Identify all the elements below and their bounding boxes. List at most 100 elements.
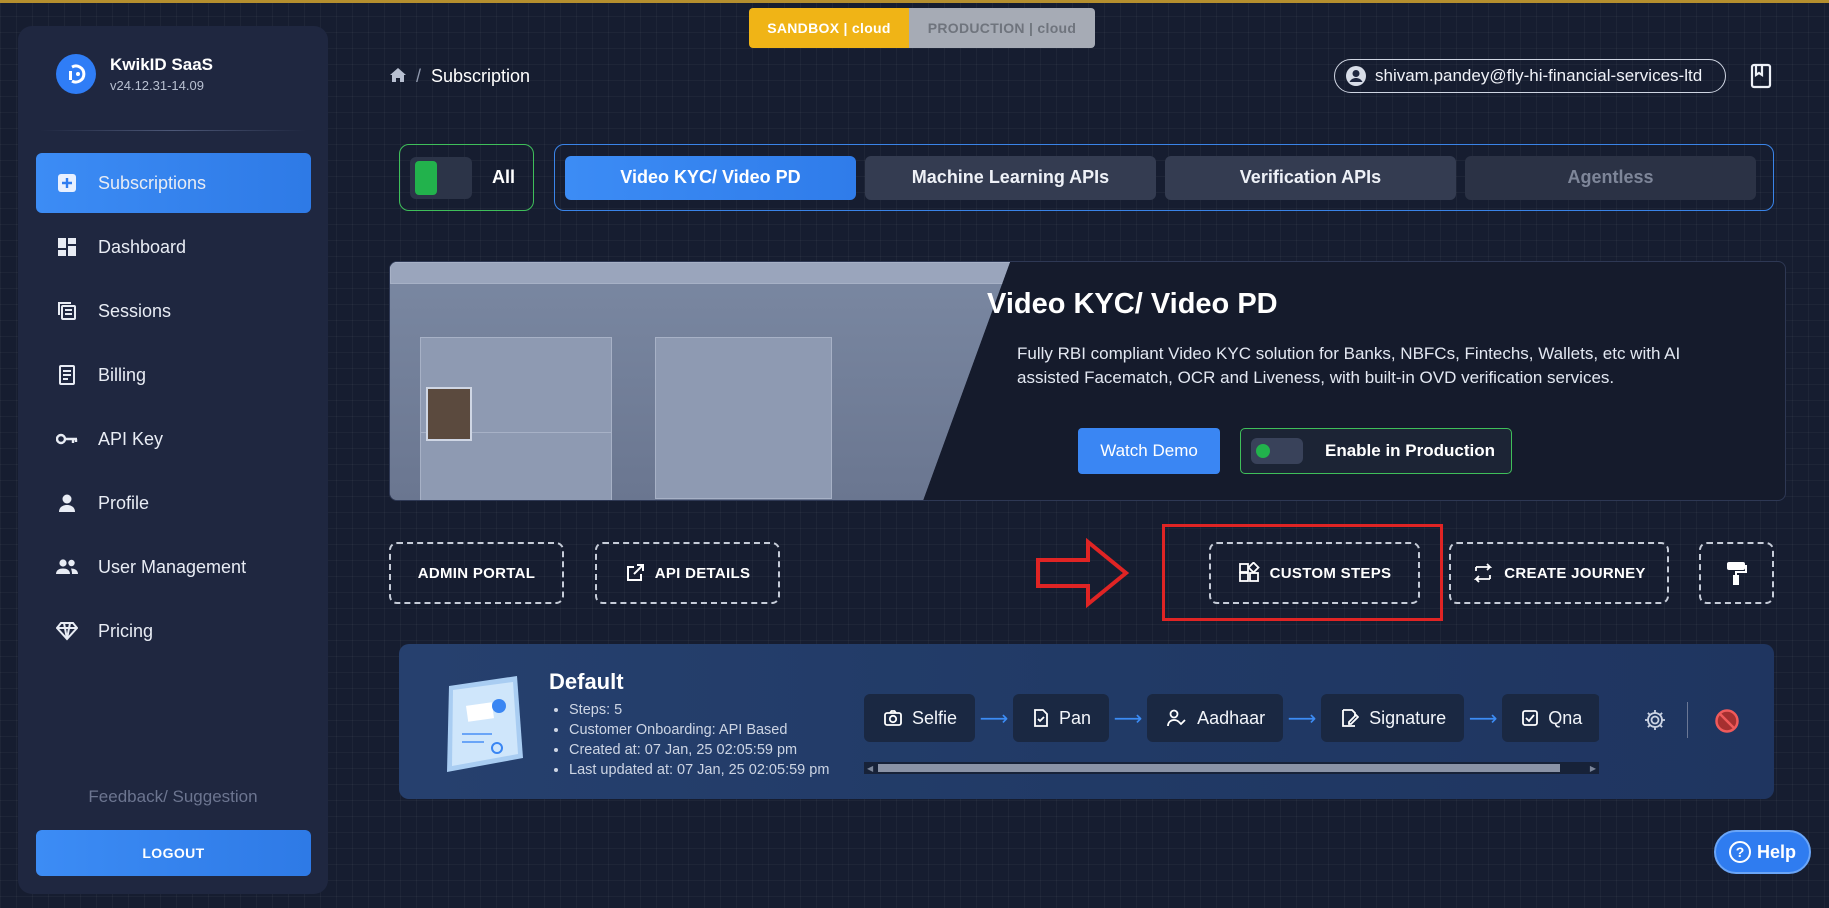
help-button[interactable]: ? Help: [1714, 830, 1811, 874]
diamond-icon: [56, 620, 78, 642]
env-production-button[interactable]: PRODUCTION | cloud: [909, 8, 1095, 48]
step-arrow-icon: ⟶: [1468, 707, 1498, 730]
all-toggle-switch[interactable]: [410, 156, 472, 199]
plus-square-icon: [56, 172, 78, 194]
feedback-link[interactable]: Feedback/ Suggestion: [18, 787, 328, 807]
custom-steps-button[interactable]: CUSTOM STEPS: [1209, 542, 1420, 604]
journey-meta-item: Created at: 07 Jan, 25 02:05:59 pm: [569, 740, 829, 760]
divider: [1687, 702, 1688, 738]
brand-divider: [40, 130, 306, 131]
enable-production-toggle[interactable]: Enable in Production: [1240, 428, 1512, 474]
sidebar-item-billing[interactable]: Billing: [36, 345, 311, 405]
sidebar-item-subscriptions[interactable]: Subscriptions: [36, 153, 311, 213]
sidebar-item-pricing[interactable]: Pricing: [36, 601, 311, 661]
person-check-icon: [1167, 709, 1186, 727]
journey-meta-item: Customer Onboarding: API Based: [569, 720, 829, 740]
step-label: Selfie: [912, 707, 958, 728]
api-details-button[interactable]: API DETAILS: [595, 542, 780, 604]
sidebar-item-label: Pricing: [98, 620, 154, 641]
sessions-icon: [56, 300, 78, 322]
watch-demo-button[interactable]: Watch Demo: [1078, 428, 1220, 474]
step-qna[interactable]: Qna: [1502, 694, 1599, 742]
step-signature[interactable]: Signature: [1321, 694, 1465, 742]
help-label: Help: [1756, 841, 1796, 862]
all-toggle[interactable]: All: [399, 144, 534, 211]
step-arrow-icon: ⟶: [1113, 707, 1143, 730]
product-title: Video KYC/ Video PD: [987, 288, 1278, 320]
step-label: Aadhaar: [1197, 707, 1266, 728]
paint-roller-button[interactable]: [1699, 542, 1774, 604]
checkbox-icon: [1522, 710, 1539, 726]
tab-verification-apis[interactable]: Verification APIs: [1165, 155, 1456, 200]
sidebar-item-label: Sessions: [98, 300, 172, 321]
sidebar-item-profile[interactable]: Profile: [36, 473, 311, 533]
sidebar-item-dashboard[interactable]: Dashboard: [36, 217, 311, 277]
swap-route-icon: [1474, 563, 1493, 583]
step-arrow-icon: ⟶: [979, 707, 1009, 730]
step-selfie[interactable]: Selfie: [864, 694, 976, 742]
create-journey-button[interactable]: CREATE JOURNEY: [1449, 542, 1669, 604]
signature-icon: [1342, 709, 1360, 727]
pointer-arrow-icon: [1036, 538, 1130, 608]
product-description: Fully RBI compliant Video KYC solution f…: [1017, 344, 1681, 387]
scroll-right-icon[interactable]: ▶: [1590, 764, 1596, 773]
step-aadhaar[interactable]: Aadhaar: [1147, 694, 1284, 742]
brand: KwikID SaaS v24.12.31-14.09: [56, 54, 213, 94]
step-pan[interactable]: Pan: [1013, 694, 1110, 742]
toggle-knob: [1256, 444, 1270, 458]
kwikid-logo-icon: [56, 54, 96, 94]
product-card: Video KYC/ Video PD Fully RBI compliant …: [389, 261, 1786, 501]
scrollbar-thumb[interactable]: [878, 764, 1560, 772]
preview-face-thumbnail: [426, 387, 472, 441]
external-link-icon: [626, 564, 644, 581]
sidebar: KwikID SaaS v24.12.31-14.09 Subscription…: [18, 26, 328, 894]
home-icon[interactable]: [390, 66, 406, 87]
billing-icon: [56, 364, 78, 386]
user-email: shivam.pandey@fly-hi-financial-services-…: [1375, 66, 1703, 85]
scroll-left-icon[interactable]: ◀: [867, 764, 873, 773]
category-tabs: Video KYC/ Video PD Machine Learning API…: [554, 144, 1774, 211]
journey-meta-item: Last updated at: 07 Jan, 25 02:05:59 pm: [569, 760, 829, 780]
tab-agentless[interactable]: Agentless: [1465, 155, 1756, 200]
environment-switch: SANDBOX | cloud PRODUCTION | cloud: [749, 8, 1095, 48]
journey-card: Default Steps: 5 Customer Onboarding: AP…: [399, 644, 1774, 799]
enable-production-switch[interactable]: [1251, 438, 1303, 464]
user-account-chip[interactable]: shivam.pandey@fly-hi-financial-services-…: [1334, 59, 1726, 93]
custom-steps-label: CUSTOM STEPS: [1269, 564, 1392, 582]
journey-title: Default: [549, 669, 624, 694]
env-sandbox-button[interactable]: SANDBOX | cloud: [749, 8, 909, 48]
sidebar-item-label: Subscriptions: [98, 172, 207, 193]
breadcrumb-current: Subscription: [431, 66, 531, 86]
key-icon: [56, 428, 78, 450]
sidebar-item-user-management[interactable]: User Management: [36, 537, 311, 597]
sidebar-item-sessions[interactable]: Sessions: [36, 281, 311, 341]
journey-steps: Selfie ⟶ Pan ⟶ Aadhaar ⟶ Signature ⟶ Qna: [864, 692, 1599, 744]
custom-steps-icon: [1238, 562, 1260, 582]
enable-production-label: Enable in Production: [1325, 441, 1496, 460]
disable-ban-icon[interactable]: [1714, 708, 1740, 734]
sidebar-item-label: Dashboard: [98, 236, 187, 257]
admin-portal-button[interactable]: ADMIN PORTAL: [389, 542, 564, 604]
sidebar-item-label: Profile: [98, 492, 150, 513]
tab-video-kyc[interactable]: Video KYC/ Video PD: [565, 155, 856, 200]
step-label: Qna: [1548, 707, 1583, 728]
gear-icon[interactable]: [1643, 708, 1667, 732]
users-icon: [56, 556, 78, 578]
brand-name: KwikID SaaS: [110, 55, 213, 74]
product-preview-image: [390, 262, 1010, 500]
sidebar-item-label: API Key: [98, 428, 164, 449]
journey-document-illustration: [447, 676, 523, 772]
tab-machine-learning-apis[interactable]: Machine Learning APIs: [865, 155, 1156, 200]
create-journey-label: CREATE JOURNEY: [1504, 564, 1646, 582]
sidebar-item-api-key[interactable]: API Key: [36, 409, 311, 469]
top-accent-line: [0, 0, 1829, 3]
logout-button[interactable]: LOGOUT: [36, 830, 311, 876]
api-details-label: API DETAILS: [654, 564, 751, 582]
docs-book-icon[interactable]: [1750, 63, 1772, 89]
sidebar-item-label: User Management: [98, 556, 247, 577]
steps-scrollbar[interactable]: ◀ ▶: [864, 762, 1599, 774]
paint-roller-icon: [1726, 562, 1747, 585]
toggle-knob: [415, 160, 437, 195]
admin-portal-label: ADMIN PORTAL: [417, 564, 536, 582]
step-label: Signature: [1369, 707, 1447, 728]
